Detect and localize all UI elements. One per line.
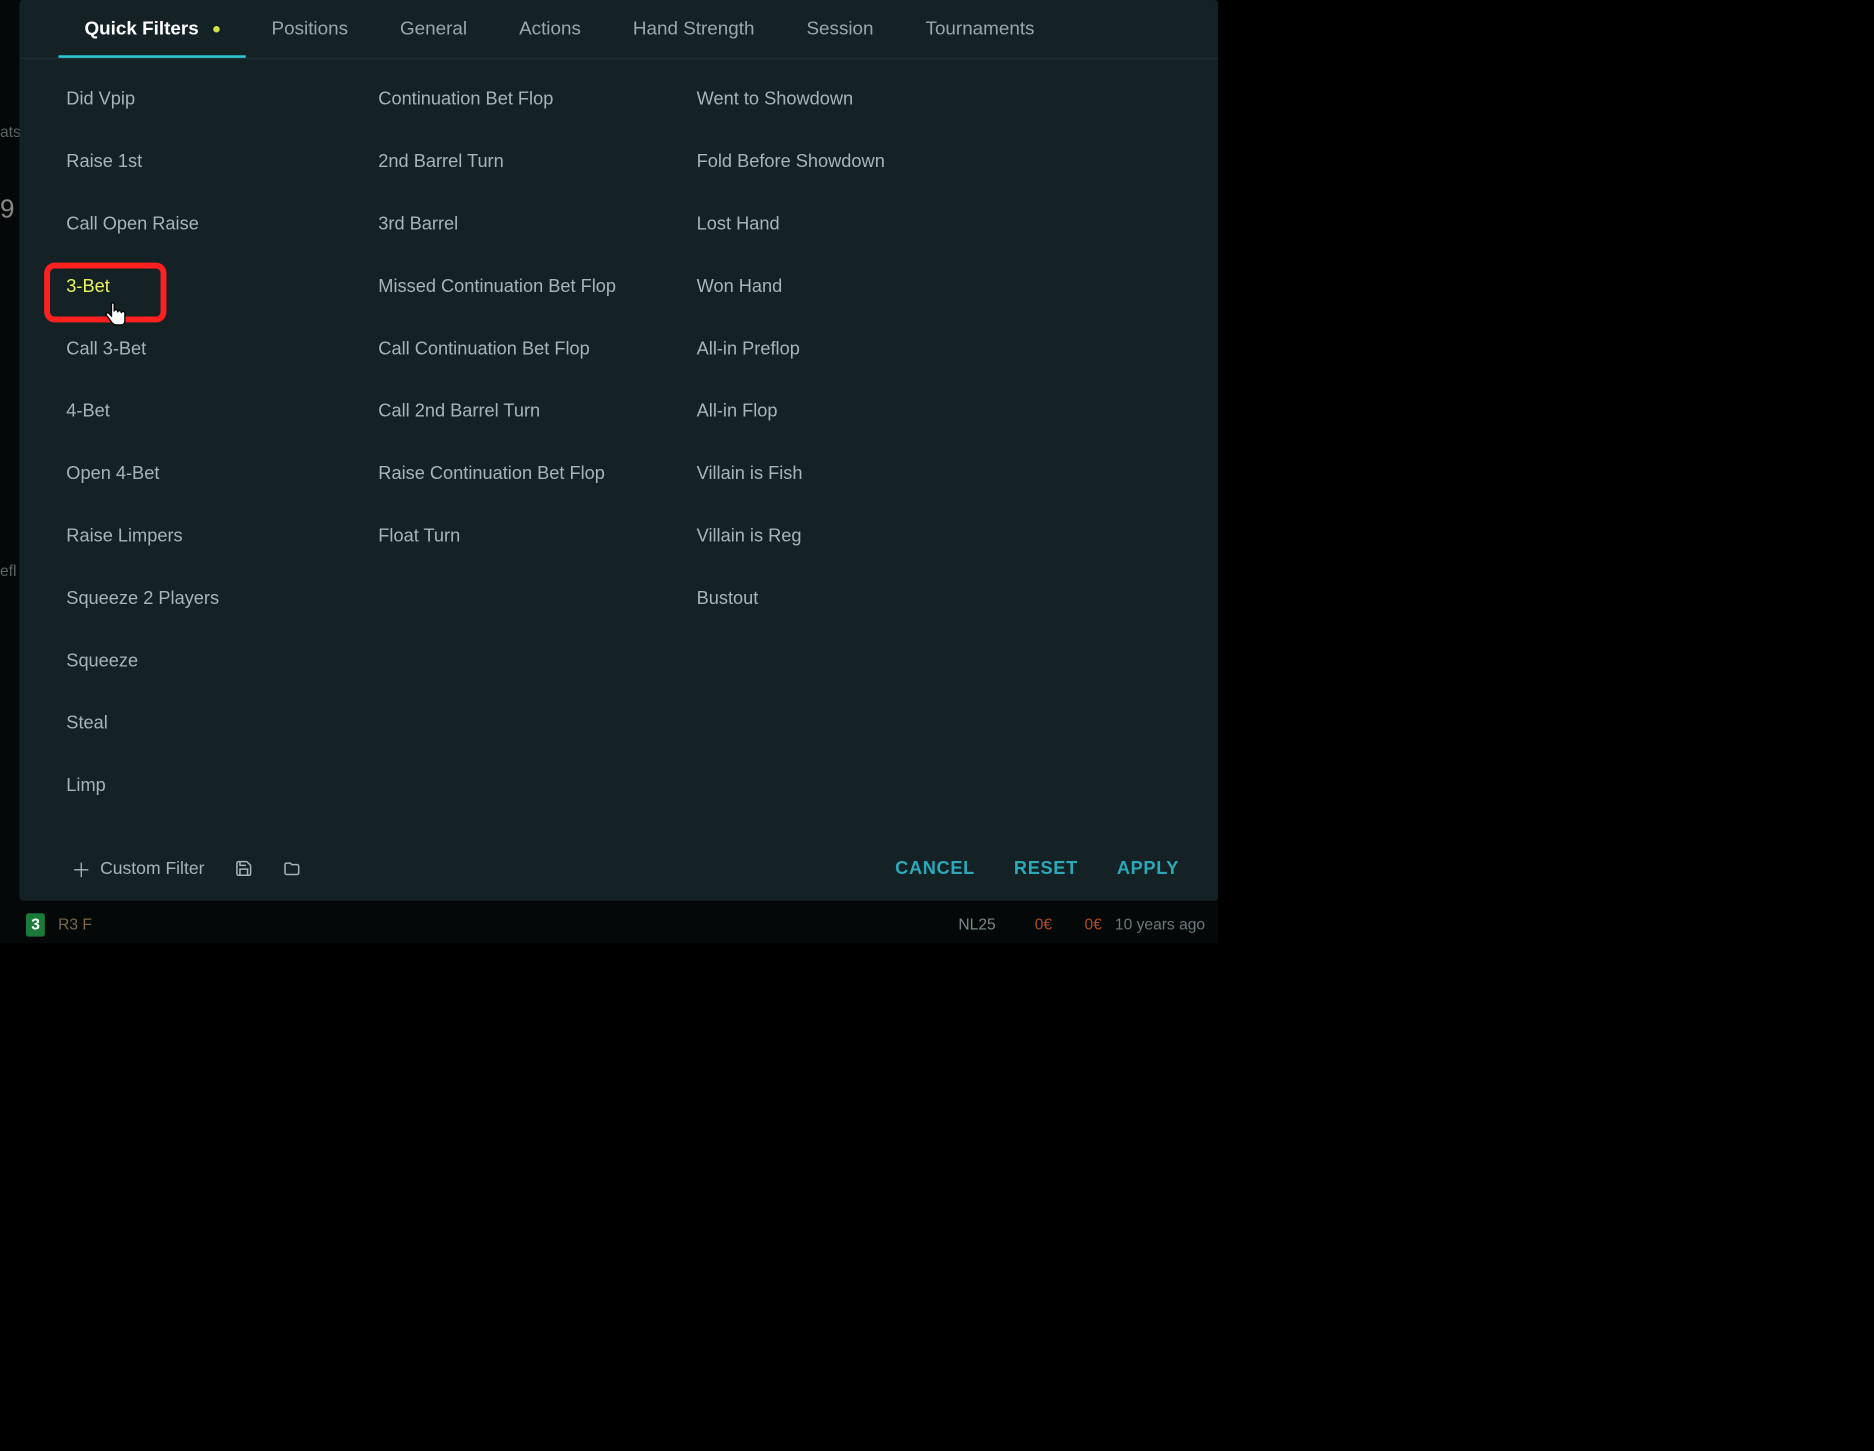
filter-column-3: Went to Showdown Fold Before Showdown Lo… [689,85,936,827]
filter-lost-hand[interactable]: Lost Hand [689,209,788,238]
apply-button[interactable]: APPLY [1117,858,1179,879]
cancel-button[interactable]: CANCEL [895,858,975,879]
custom-filter-button[interactable]: ＋ Custom Filter [72,854,205,883]
reset-button[interactable]: RESET [1014,858,1078,879]
filter-content: Did Vpip Raise 1st Call Open Raise 3-Bet… [20,58,1219,839]
bg-text-number: 9 [0,195,14,224]
active-indicator-dot [213,26,220,32]
filter-fold-before-showdown[interactable]: Fold Before Showdown [689,147,893,176]
filter-steal[interactable]: Steal [58,709,115,738]
bg-row-code: R3 F [58,916,92,934]
bg-text-stats: ats [0,123,21,141]
bg-amount-1: 0€ [1035,916,1052,934]
filter-raise-cbet-flop[interactable]: Raise Continuation Bet Flop [371,459,613,488]
filter-4-bet[interactable]: 4-Bet [58,397,117,426]
filter-column-2: Continuation Bet Flop 2nd Barrel Turn 3r… [371,85,624,827]
bg-text-efl: efl [0,562,16,580]
save-icon[interactable] [234,859,252,877]
tab-quick-filters[interactable]: Quick Filters [58,0,245,58]
tab-general[interactable]: General [374,0,493,58]
filter-went-to-showdown[interactable]: Went to Showdown [689,85,861,114]
filter-call-3-bet[interactable]: Call 3-Bet [58,334,154,363]
bg-amount-2: 0€ [1085,916,1102,934]
filter-bustout[interactable]: Bustout [689,584,766,613]
filter-2nd-barrel-turn[interactable]: 2nd Barrel Turn [371,147,512,176]
filter-squeeze-2-players[interactable]: Squeeze 2 Players [58,584,226,613]
filter-3-bet[interactable]: 3-Bet [58,272,117,301]
filter-raise-limpers[interactable]: Raise Limpers [58,521,190,550]
app-backdrop: ats 9 efl Quick Filters Positions Genera… [0,0,1218,943]
bg-table-row: 3 R3 F NL25 0€ 0€ 10 years ago [26,913,1205,936]
filter-raise-1st[interactable]: Raise 1st [58,147,149,176]
filter-modal: Quick Filters Positions General Actions … [20,0,1219,901]
filter-call-cbet-flop[interactable]: Call Continuation Bet Flop [371,334,598,363]
tab-session[interactable]: Session [780,0,899,58]
tab-label: Quick Filters [85,18,199,39]
modal-footer: ＋ Custom Filter CANCEL RESET APPLY [20,840,1219,901]
tab-positions[interactable]: Positions [246,0,374,58]
filter-cbet-flop[interactable]: Continuation Bet Flop [371,85,562,114]
plus-icon: ＋ [72,854,92,883]
footer-actions: CANCEL RESET APPLY [895,858,1179,879]
filter-squeeze[interactable]: Squeeze [58,646,145,675]
bg-card-3: 3 [26,913,45,936]
filter-villain-reg[interactable]: Villain is Reg [689,521,809,550]
filter-villain-fish[interactable]: Villain is Fish [689,459,810,488]
filter-float-turn[interactable]: Float Turn [371,521,469,550]
filter-limp[interactable]: Limp [58,771,113,800]
filter-allin-preflop[interactable]: All-in Preflop [689,334,808,363]
filter-open-4-bet[interactable]: Open 4-Bet [58,459,167,488]
filter-tabs: Quick Filters Positions General Actions … [20,0,1219,58]
footer-left-group: ＋ Custom Filter [72,854,863,883]
filter-did-vpip[interactable]: Did Vpip [58,85,142,114]
tab-tournaments[interactable]: Tournaments [900,0,1061,58]
bg-age: 10 years ago [1115,916,1205,934]
filter-allin-flop[interactable]: All-in Flop [689,397,786,426]
folder-open-icon[interactable] [282,859,300,877]
tab-hand-strength[interactable]: Hand Strength [607,0,781,58]
filter-call-2nd-barrel-turn[interactable]: Call 2nd Barrel Turn [371,397,548,426]
filter-column-1: Did Vpip Raise 1st Call Open Raise 3-Bet… [58,85,305,827]
filter-3rd-barrel[interactable]: 3rd Barrel [371,209,467,238]
custom-filter-label: Custom Filter [100,858,204,878]
filter-won-hand[interactable]: Won Hand [689,272,790,301]
tab-actions[interactable]: Actions [493,0,607,58]
bg-stake: NL25 [958,916,995,934]
filter-missed-cbet-flop[interactable]: Missed Continuation Bet Flop [371,272,624,301]
filter-call-open-raise[interactable]: Call Open Raise [58,209,206,238]
